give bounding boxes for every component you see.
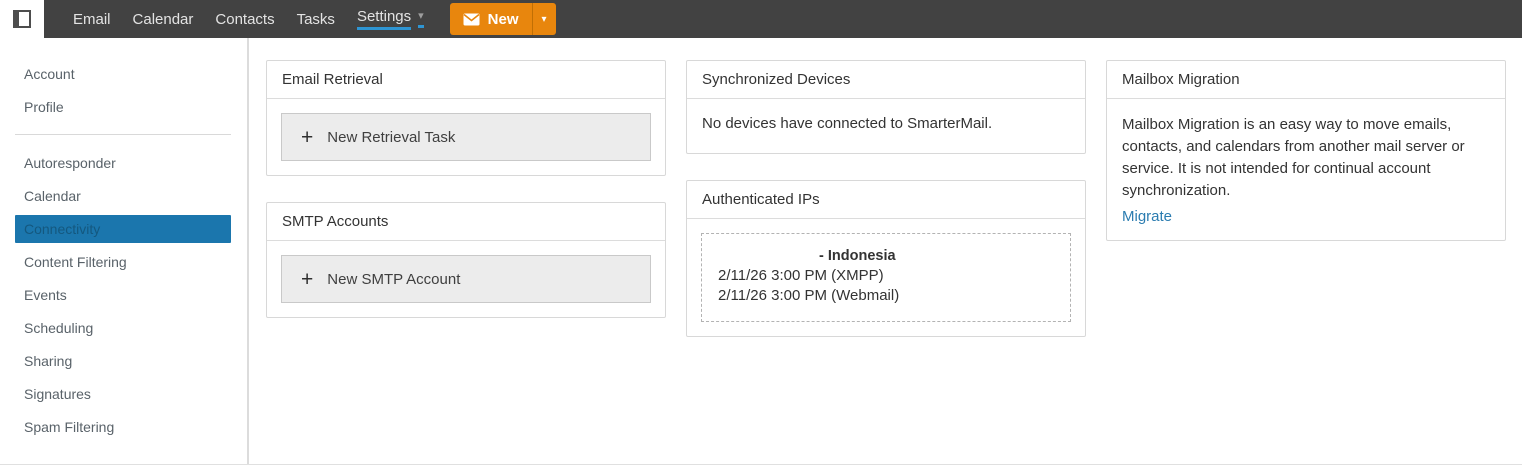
app-logo[interactable] (0, 0, 44, 38)
settings-sidebar: Account Profile Autoresponder Calendar C… (0, 38, 249, 465)
new-button-label: New (488, 11, 519, 28)
chevron-down-icon: ▾ (418, 11, 424, 28)
ip-session: 2/11/26 3:00 PM (XMPP) (718, 266, 1054, 286)
migration-description: Mailbox Migration is an easy way to move… (1107, 99, 1505, 202)
nav-item-email[interactable]: Email (62, 0, 122, 38)
button-label: New Retrieval Task (327, 129, 455, 146)
button-label: New SMTP Account (327, 271, 460, 288)
nav-item-label: Settings (357, 8, 411, 30)
sidebar-item-connectivity[interactable]: Connectivity (15, 215, 231, 243)
plus-icon: + (301, 269, 313, 290)
column-2: Synchronized Devices No devices have con… (686, 60, 1086, 337)
nav-item-label: Calendar (133, 11, 194, 28)
sidebar-item-account[interactable]: Account (0, 57, 247, 90)
sidebar-item-label: Sharing (24, 353, 72, 369)
card-title: Mailbox Migration (1107, 61, 1505, 99)
topbar: Email Calendar Contacts Tasks Settings ▾… (0, 0, 1522, 38)
sidebar-toggle-icon (13, 10, 31, 28)
ip-location: - Indonesia (718, 246, 1054, 266)
nav-item-label: Tasks (297, 11, 335, 28)
mailbox-migration-card: Mailbox Migration Mailbox Migration is a… (1106, 60, 1506, 241)
chevron-down-icon: ▾ (542, 14, 547, 25)
nav-item-label: Contacts (215, 11, 274, 28)
new-dropdown-button[interactable]: ▾ (532, 3, 556, 35)
connectivity-panel: Email Retrieval + New Retrieval Task SMT… (251, 38, 1522, 465)
sidebar-item-label: Profile (24, 99, 64, 115)
sidebar-item-label: Spam Filtering (24, 419, 114, 435)
email-retrieval-card: Email Retrieval + New Retrieval Task (266, 60, 666, 176)
sidebar-item-label: Scheduling (24, 320, 93, 336)
new-button-group: New ▾ (450, 3, 556, 35)
new-smtp-account-button[interactable]: + New SMTP Account (281, 255, 651, 303)
sidebar-item-label: Events (24, 287, 67, 303)
authenticated-ips-card: Authenticated IPs - Indonesia 2/11/26 3:… (686, 180, 1086, 337)
card-body: + New Retrieval Task (267, 99, 665, 175)
sidebar-item-label: Connectivity (24, 221, 100, 237)
synchronized-devices-card: Synchronized Devices No devices have con… (686, 60, 1086, 154)
column-1: Email Retrieval + New Retrieval Task SMT… (266, 60, 666, 318)
card-title: Synchronized Devices (687, 61, 1085, 99)
nav-item-settings[interactable]: Settings ▾ (346, 0, 435, 38)
authenticated-ip-entry: - Indonesia 2/11/26 3:00 PM (XMPP) 2/11/… (701, 233, 1071, 322)
sidebar-item-label: Signatures (24, 386, 91, 402)
sidebar-divider (15, 134, 231, 135)
new-button[interactable]: New (450, 3, 532, 35)
ip-session: 2/11/26 3:00 PM (Webmail) (718, 286, 1054, 306)
top-navigation: Email Calendar Contacts Tasks Settings ▾… (44, 0, 556, 38)
sidebar-item-spam-filtering[interactable]: Spam Filtering (0, 410, 247, 443)
sidebar-item-profile[interactable]: Profile (0, 90, 247, 123)
card-title: SMTP Accounts (267, 203, 665, 241)
new-retrieval-task-button[interactable]: + New Retrieval Task (281, 113, 651, 161)
no-devices-message: No devices have connected to SmarterMail… (687, 99, 1085, 153)
sidebar-item-label: Content Filtering (24, 254, 127, 270)
card-body: - Indonesia 2/11/26 3:00 PM (XMPP) 2/11/… (687, 219, 1085, 336)
nav-item-contacts[interactable]: Contacts (204, 0, 285, 38)
nav-item-label: Email (73, 11, 111, 28)
sidebar-item-events[interactable]: Events (0, 278, 247, 311)
nav-item-calendar[interactable]: Calendar (122, 0, 205, 38)
sidebar-item-label: Account (24, 66, 75, 82)
card-title: Email Retrieval (267, 61, 665, 99)
sidebar-item-signatures[interactable]: Signatures (0, 377, 247, 410)
envelope-icon (463, 13, 480, 26)
card-body: + New SMTP Account (267, 241, 665, 317)
sidebar-item-label: Autoresponder (24, 155, 116, 171)
sidebar-item-content-filtering[interactable]: Content Filtering (0, 245, 247, 278)
sidebar-item-autoresponder[interactable]: Autoresponder (0, 146, 247, 179)
sidebar-item-sharing[interactable]: Sharing (0, 344, 247, 377)
card-title: Authenticated IPs (687, 181, 1085, 219)
smtp-accounts-card: SMTP Accounts + New SMTP Account (266, 202, 666, 318)
sidebar-item-label: Calendar (24, 188, 81, 204)
column-3: Mailbox Migration Mailbox Migration is a… (1106, 60, 1506, 241)
sidebar-item-scheduling[interactable]: Scheduling (0, 311, 247, 344)
nav-item-tasks[interactable]: Tasks (286, 0, 346, 38)
sidebar-item-calendar[interactable]: Calendar (0, 179, 247, 212)
migrate-link[interactable]: Migrate (1122, 208, 1172, 225)
plus-icon: + (301, 127, 313, 148)
